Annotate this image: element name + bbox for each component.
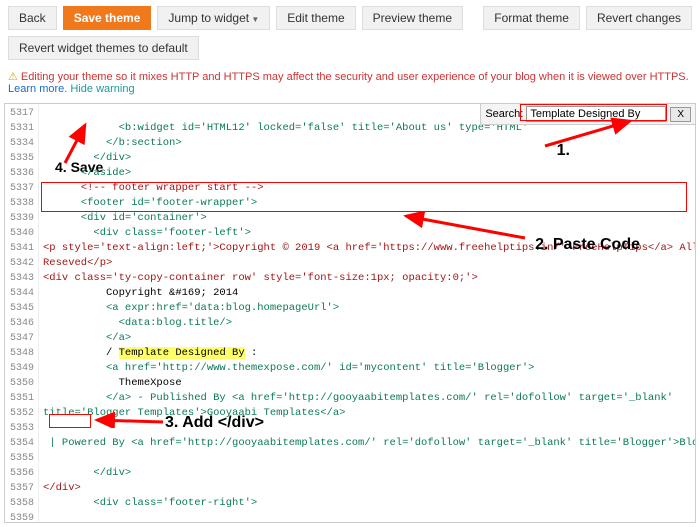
code-editor[interactable]: Search: X 531753315334533553365337533853… [4,103,696,523]
edit-theme-button[interactable]: Edit theme [276,6,355,30]
jump-widget-button[interactable]: Jump to widget [157,6,270,30]
revert-widget-button[interactable]: Revert widget themes to default [8,36,199,60]
search-close-button[interactable]: X [670,107,691,122]
line-gutter: 5317533153345335533653375338533953405341… [5,104,39,522]
warning-bar: ⚠Editing your theme so it mixes HTTP and… [0,66,700,99]
back-button[interactable]: Back [8,6,57,30]
warning-text: Editing your theme so it mixes HTTP and … [21,71,689,83]
code-area[interactable]: <b:widget id='HTML12' locked='false' tit… [39,104,695,522]
revert-changes-button[interactable]: Revert changes [586,6,692,30]
toolbar: Back Save theme Jump to widget Edit them… [0,0,700,66]
learn-more-link[interactable]: Learn more [8,83,64,95]
warning-icon: ⚠ [8,71,18,83]
search-bar: Search: X [480,104,695,125]
search-label: Search: [485,108,523,120]
format-theme-button[interactable]: Format theme [483,6,580,30]
search-input[interactable] [526,106,666,122]
preview-theme-button[interactable]: Preview theme [362,6,463,30]
save-theme-button[interactable]: Save theme [63,6,152,30]
hide-warning-link[interactable]: Hide warning [70,83,134,95]
